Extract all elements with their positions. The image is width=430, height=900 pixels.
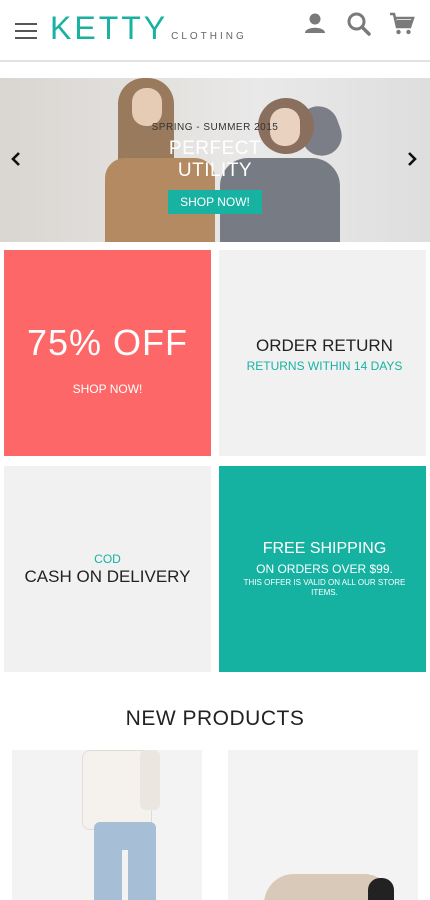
promo-shipping-tile[interactable]: FREE SHIPPING ON ORDERS OVER $99. THIS O… — [219, 466, 426, 672]
chevron-left-icon[interactable] — [9, 150, 23, 168]
slide-shop-now-button[interactable]: SHOP NOW! — [168, 190, 262, 214]
user-icon[interactable] — [302, 11, 328, 37]
cart-icon[interactable] — [389, 11, 415, 37]
cod-title: CASH ON DELIVERY — [24, 567, 191, 586]
promo-return-tile[interactable]: ORDER RETURN RETURNS WITHIN 14 DAYS — [219, 250, 426, 456]
promo-sale-tile[interactable]: 75% OFF SHOP NOW! — [4, 250, 211, 456]
menu-icon[interactable] — [15, 23, 37, 40]
slide-kicker: SPRING - SUMMER 2015 — [151, 122, 279, 133]
header: KETTY CLOTHING — [0, 0, 430, 60]
slide-caption: SPRING - SUMMER 2015 PERFECT UTILITY — [0, 78, 430, 242]
shipping-title: FREE SHIPPING — [262, 540, 387, 557]
sale-shop-now-link[interactable]: SHOP NOW! — [4, 382, 211, 396]
cod-kicker: COD — [94, 552, 121, 566]
return-title: ORDER RETURN — [256, 336, 393, 355]
search-icon[interactable] — [346, 11, 372, 37]
header-divider — [0, 60, 430, 62]
slide-title: PERFECT UTILITY — [0, 138, 430, 182]
logo-name: KETTY — [50, 10, 169, 46]
product-card[interactable] — [228, 750, 418, 900]
hero-slider[interactable]: SPRING - SUMMER 2015 PERFECT UTILITY SHO… — [0, 78, 430, 242]
new-products-heading: NEW PRODUCTS — [125, 707, 305, 730]
slide-title-line1: PERFECT — [168, 138, 262, 159]
sale-headline: 75% OFF — [26, 322, 189, 363]
shipping-subtitle: ON ORDERS OVER $99. — [256, 562, 393, 576]
chevron-right-icon[interactable] — [405, 150, 419, 168]
shipping-note: THIS OFFER IS VALID ON ALL OUR STORE ITE… — [243, 578, 406, 597]
logo-tagline: CLOTHING — [171, 31, 247, 42]
return-subtitle: RETURNS WITHIN 14 DAYS — [246, 359, 403, 373]
product-card[interactable] — [12, 750, 202, 900]
logo[interactable]: KETTY CLOTHING — [50, 12, 247, 44]
promo-cod-tile[interactable]: COD CASH ON DELIVERY — [4, 466, 211, 672]
slide-title-line2: UTILITY — [177, 160, 253, 181]
